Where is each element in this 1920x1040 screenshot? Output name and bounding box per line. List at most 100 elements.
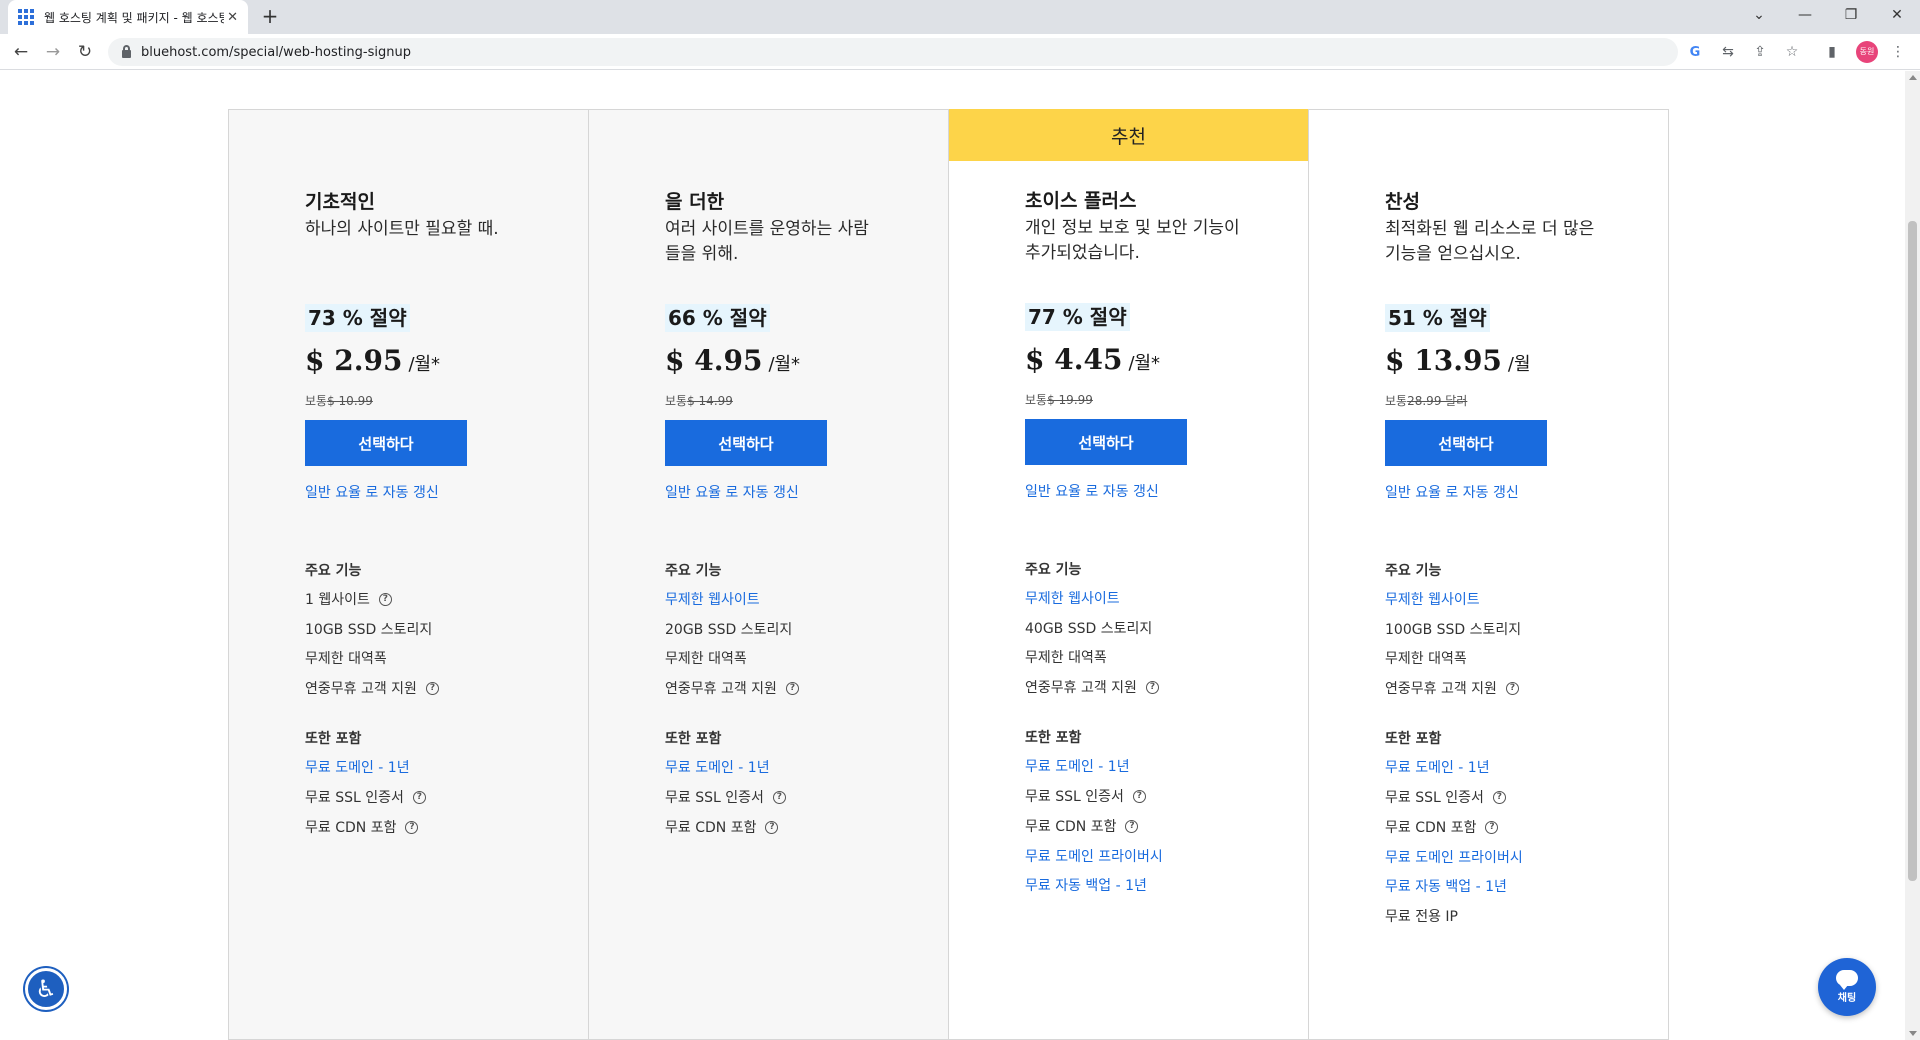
forward-icon[interactable]: → — [41, 40, 65, 64]
price-period: /월* — [408, 354, 441, 375]
feature-item: 무제한 대역폭 — [1385, 651, 1467, 667]
chat-bubble-icon — [1836, 970, 1858, 990]
include-item-link[interactable]: 무료 도메인 프라이버시 — [1385, 847, 1523, 867]
include-item: 무료 SSL 인증서? — [1385, 787, 1506, 807]
include-item: 무료 CDN 포함? — [305, 817, 419, 837]
help-icon[interactable]: ? — [1125, 819, 1139, 833]
include-item: 무료 CDN 포함? — [1025, 816, 1139, 836]
help-icon[interactable]: ? — [765, 820, 779, 834]
close-icon[interactable]: ✕ — [227, 10, 238, 25]
include-item-link[interactable]: 무료 도메인 - 1년 — [305, 757, 410, 777]
help-icon[interactable]: ? — [772, 790, 786, 804]
includes-title: 또한 포함 — [665, 731, 722, 747]
regular-price: 보통$ 19.99 — [1025, 393, 1093, 407]
help-icon[interactable]: ? — [378, 592, 392, 606]
new-tab-button[interactable]: + — [258, 5, 282, 29]
feature-item: 무제한 대역폭 — [1025, 650, 1107, 666]
savings-badge: 77 % 절약 — [1025, 303, 1130, 331]
features-title: 주요 기능 — [1025, 562, 1082, 578]
restore-button[interactable]: ❐ — [1828, 0, 1874, 30]
scroll-down-arrow-icon[interactable] — [1909, 1031, 1917, 1036]
plan-card-choice-plus: 추천 초이스 플러스 개인 정보 보호 및 보안 기능이 추가되었습니다. 77… — [948, 109, 1309, 1040]
help-icon[interactable]: ? — [1505, 681, 1519, 695]
plan-description: 최적화된 웹 리소스로 더 많은 기능을 얻으십시오. — [1385, 219, 1595, 264]
chat-button[interactable]: 채팅 — [1818, 958, 1876, 1016]
help-icon[interactable]: ? — [1485, 820, 1499, 834]
include-item: 무료 CDN 포함? — [665, 817, 779, 837]
tab-search-icon[interactable]: ⌄ — [1736, 0, 1782, 30]
help-icon[interactable]: ? — [405, 820, 419, 834]
savings-badge: 73 % 절약 — [305, 304, 410, 332]
plan-card-plus: 을 더한 여러 사이트를 운영하는 사람들을 위해. 66 % 절약 $ 4.9… — [588, 109, 949, 1040]
feature-item: 100GB SSD 스토리지 — [1385, 622, 1522, 638]
price-period: /월* — [1128, 353, 1161, 374]
include-item-link[interactable]: 무료 도메인 프라이버시 — [1025, 846, 1163, 866]
bookmark-star-icon[interactable]: ☆ — [1782, 42, 1802, 62]
address-bar[interactable]: bluehost.com/special/web-hosting-signup … — [108, 38, 1700, 66]
auto-renew-link[interactable]: 일반 요율 로 자동 갱신 — [1385, 482, 1519, 502]
scroll-up-arrow-icon[interactable] — [1909, 75, 1917, 80]
translate-icon[interactable]: ⇆ — [1718, 42, 1738, 62]
feature-item-link[interactable]: 무제한 웹사이트 — [665, 589, 760, 609]
page-scrollbar[interactable] — [1905, 71, 1920, 1040]
features-title: 주요 기능 — [1385, 563, 1442, 579]
select-plan-button[interactable]: 선택하다 — [305, 420, 467, 466]
include-item: 무료 CDN 포함? — [1385, 817, 1499, 837]
select-plan-button[interactable]: 선택하다 — [1385, 420, 1547, 466]
back-icon[interactable]: ← — [9, 40, 33, 64]
price: $ 4.45 — [1025, 343, 1123, 376]
help-icon[interactable]: ? — [425, 681, 439, 695]
share-icon[interactable]: ⇪ — [1750, 42, 1770, 62]
help-icon[interactable]: ? — [785, 681, 799, 695]
plan-name: 초이스 플러스 — [1025, 190, 1137, 212]
savings-badge: 51 % 절약 — [1385, 304, 1490, 332]
help-icon[interactable]: ? — [1145, 680, 1159, 694]
include-item: 무료 전용 IP — [1385, 909, 1458, 925]
reload-icon[interactable]: ↻ — [73, 40, 97, 64]
scroll-thumb[interactable] — [1908, 221, 1917, 881]
price-row: $ 13.95 /월 — [1385, 344, 1531, 377]
include-item-link[interactable]: 무료 자동 백업 - 1년 — [1385, 876, 1507, 896]
feature-item: 1 웹사이트? — [305, 589, 392, 609]
help-icon[interactable]: ? — [1492, 790, 1506, 804]
include-item-link[interactable]: 무료 도메인 - 1년 — [1025, 756, 1130, 776]
price-row: $ 4.95 /월* — [665, 344, 800, 377]
profile-avatar[interactable]: 동원 — [1856, 41, 1878, 63]
pricing-plans: 기초적인 하나의 사이트만 필요할 때. 73 % 절약 $ 2.95 /월* … — [228, 109, 1669, 1040]
auto-renew-link[interactable]: 일반 요율 로 자동 갱신 — [665, 482, 799, 502]
lock-icon — [122, 45, 131, 58]
price: $ 13.95 — [1385, 344, 1502, 377]
price-period: /월 — [1507, 354, 1531, 375]
includes-title: 또한 포함 — [305, 731, 362, 747]
include-item-link[interactable]: 무료 도메인 - 1년 — [1385, 757, 1490, 777]
menu-kebab-icon[interactable]: ⋮ — [1888, 42, 1908, 62]
feature-item: 연중무휴 고객 지원? — [665, 678, 799, 698]
recommended-banner: 추천 — [949, 109, 1308, 161]
chat-label: 채팅 — [1837, 993, 1857, 1004]
include-item: 무료 SSL 인증서? — [305, 787, 426, 807]
include-item-link[interactable]: 무료 자동 백업 - 1년 — [1025, 875, 1147, 895]
feature-item: 40GB SSD 스토리지 — [1025, 621, 1153, 637]
auto-renew-link[interactable]: 일반 요율 로 자동 갱신 — [1025, 481, 1159, 501]
feature-item-link[interactable]: 무제한 웹사이트 — [1025, 588, 1120, 608]
browser-tab[interactable]: 웹 호스팅 계획 및 패키지 - 웹 호스팅 ✕ — [8, 0, 248, 34]
help-icon[interactable]: ? — [1132, 789, 1146, 803]
close-window-button[interactable]: ✕ — [1874, 0, 1920, 30]
google-lens-icon[interactable]: G — [1686, 44, 1704, 62]
minimize-button[interactable]: — — [1782, 0, 1828, 30]
auto-renew-link[interactable]: 일반 요율 로 자동 갱신 — [305, 482, 439, 502]
plan-description: 하나의 사이트만 필요할 때. — [305, 219, 499, 239]
help-icon[interactable]: ? — [412, 790, 426, 804]
savings-badge: 66 % 절약 — [665, 304, 770, 332]
include-item-link[interactable]: 무료 도메인 - 1년 — [665, 757, 770, 777]
accessibility-icon[interactable]: ♿ — [25, 968, 67, 1010]
feature-item: 연중무휴 고객 지원? — [305, 678, 439, 698]
feature-item-link[interactable]: 무제한 웹사이트 — [1385, 589, 1480, 609]
select-plan-button[interactable]: 선택하다 — [665, 420, 827, 466]
select-plan-button[interactable]: 선택하다 — [1025, 419, 1187, 465]
side-panel-icon[interactable]: ▮ — [1822, 42, 1842, 62]
feature-item: 무제한 대역폭 — [305, 651, 387, 667]
browser-toolbar: ← → ↻ bluehost.com/special/web-hosting-s… — [0, 34, 1920, 70]
tab-title: 웹 호스팅 계획 및 패키지 - 웹 호스팅 — [44, 10, 224, 25]
include-item: 무료 SSL 인증서? — [1025, 786, 1146, 806]
